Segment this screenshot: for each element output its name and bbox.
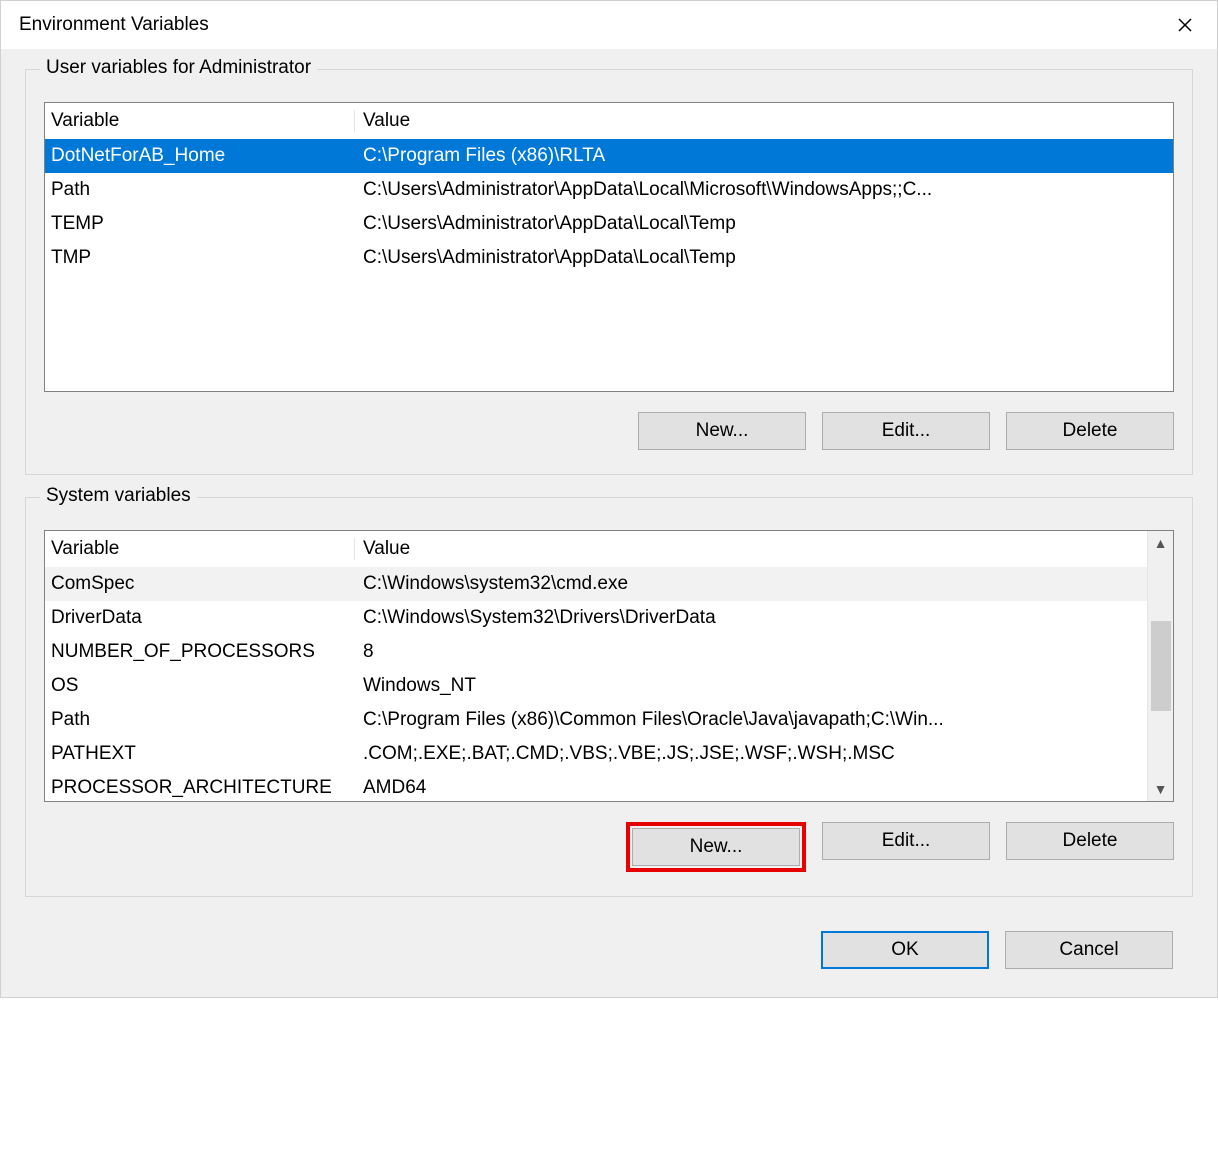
system-list-header: Variable Value	[45, 531, 1147, 567]
cell-value: 8	[355, 641, 1147, 663]
scroll-up-icon[interactable]: ▲	[1154, 531, 1168, 555]
cell-value: C:\Users\Administrator\AppData\Local\Tem…	[355, 247, 1173, 269]
cell-value: C:\Users\Administrator\AppData\Local\Tem…	[355, 213, 1173, 235]
dialog-body: User variables for Administrator Variabl…	[1, 49, 1217, 997]
user-list-rows: DotNetForAB_HomeC:\Program Files (x86)\R…	[45, 139, 1173, 275]
titlebar: Environment Variables	[1, 1, 1217, 49]
cell-variable: Path	[45, 179, 355, 201]
user-new-button[interactable]: New...	[638, 412, 806, 450]
scroll-down-icon[interactable]: ▼	[1154, 777, 1168, 801]
system-list-scrollbar[interactable]: ▲ ▼	[1147, 531, 1173, 801]
cell-value: C:\Windows\system32\cmd.exe	[355, 573, 1147, 595]
table-row[interactable]: TEMPC:\Users\Administrator\AppData\Local…	[45, 207, 1173, 241]
system-new-highlight: New...	[626, 822, 806, 872]
system-buttons-row: New... Edit... Delete	[44, 822, 1174, 872]
user-variables-group: User variables for Administrator Variabl…	[25, 69, 1193, 475]
cell-variable: PATHEXT	[45, 743, 355, 765]
column-header-variable[interactable]: Variable	[45, 538, 355, 560]
user-variables-legend: User variables for Administrator	[40, 57, 317, 79]
cell-value: C:\Users\Administrator\AppData\Local\Mic…	[355, 179, 1173, 201]
table-row[interactable]: TMPC:\Users\Administrator\AppData\Local\…	[45, 241, 1173, 275]
cell-variable: TEMP	[45, 213, 355, 235]
table-row[interactable]: PATHEXT.COM;.EXE;.BAT;.CMD;.VBS;.VBE;.JS…	[45, 737, 1147, 771]
cell-value: C:\Program Files (x86)\Common Files\Orac…	[355, 709, 1147, 731]
table-row[interactable]: PathC:\Program Files (x86)\Common Files\…	[45, 703, 1147, 737]
cell-value: C:\Program Files (x86)\RLTA	[355, 145, 1173, 167]
system-variables-legend: System variables	[40, 485, 197, 507]
system-variables-list[interactable]: Variable Value ComSpecC:\Windows\system3…	[44, 530, 1174, 802]
close-icon	[1177, 17, 1193, 33]
table-row[interactable]: PathC:\Users\Administrator\AppData\Local…	[45, 173, 1173, 207]
cancel-button[interactable]: Cancel	[1005, 931, 1173, 969]
table-row[interactable]: PROCESSOR_ARCHITECTUREAMD64	[45, 771, 1147, 802]
cell-variable: NUMBER_OF_PROCESSORS	[45, 641, 355, 663]
table-row[interactable]: NUMBER_OF_PROCESSORS8	[45, 635, 1147, 669]
table-row[interactable]: DriverDataC:\Windows\System32\Drivers\Dr…	[45, 601, 1147, 635]
table-row[interactable]: DotNetForAB_HomeC:\Program Files (x86)\R…	[45, 139, 1173, 173]
system-edit-button[interactable]: Edit...	[822, 822, 990, 860]
cell-variable: OS	[45, 675, 355, 697]
cell-variable: DriverData	[45, 607, 355, 629]
system-delete-button[interactable]: Delete	[1006, 822, 1174, 860]
cell-value: Windows_NT	[355, 675, 1147, 697]
cell-variable: ComSpec	[45, 573, 355, 595]
user-variables-list[interactable]: Variable Value DotNetForAB_HomeC:\Progra…	[44, 102, 1174, 392]
cell-value: .COM;.EXE;.BAT;.CMD;.VBS;.VBE;.JS;.JSE;.…	[355, 743, 1147, 765]
column-header-value[interactable]: Value	[355, 538, 1147, 560]
cell-value: AMD64	[355, 777, 1147, 799]
cell-variable: Path	[45, 709, 355, 731]
close-button[interactable]	[1165, 7, 1205, 43]
system-variables-group: System variables Variable Value ComSpecC…	[25, 497, 1193, 897]
system-new-button[interactable]: New...	[632, 828, 800, 866]
table-row[interactable]: OSWindows_NT	[45, 669, 1147, 703]
cell-variable: TMP	[45, 247, 355, 269]
user-edit-button[interactable]: Edit...	[822, 412, 990, 450]
ok-button[interactable]: OK	[821, 931, 989, 969]
scrollbar-thumb[interactable]	[1151, 621, 1171, 711]
column-header-variable[interactable]: Variable	[45, 110, 355, 132]
user-list-header: Variable Value	[45, 103, 1173, 139]
user-buttons-row: New... Edit... Delete	[44, 412, 1174, 450]
user-delete-button[interactable]: Delete	[1006, 412, 1174, 450]
cell-variable: DotNetForAB_Home	[45, 145, 355, 167]
cell-variable: PROCESSOR_ARCHITECTURE	[45, 777, 355, 799]
column-header-value[interactable]: Value	[355, 110, 1173, 132]
cell-value: C:\Windows\System32\Drivers\DriverData	[355, 607, 1147, 629]
window-title: Environment Variables	[19, 14, 209, 36]
table-row[interactable]: ComSpecC:\Windows\system32\cmd.exe	[45, 567, 1147, 601]
dialog-buttons-row: OK Cancel	[25, 931, 1193, 969]
environment-variables-dialog: Environment Variables User variables for…	[0, 0, 1218, 998]
system-list-rows: ComSpecC:\Windows\system32\cmd.exeDriver…	[45, 567, 1147, 802]
